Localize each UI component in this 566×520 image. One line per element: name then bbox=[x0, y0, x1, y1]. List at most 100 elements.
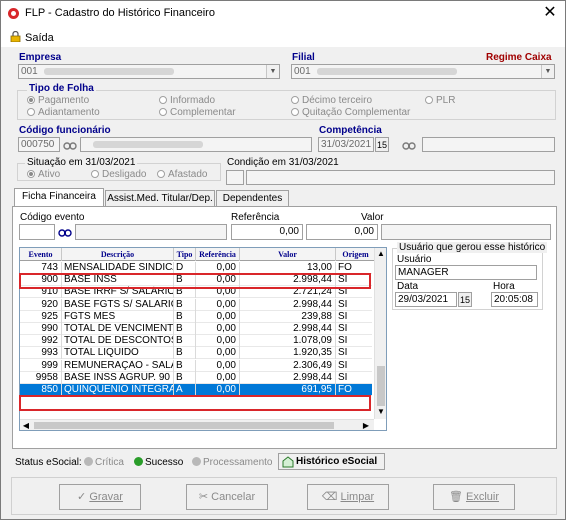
cell-tipo: B bbox=[176, 323, 196, 335]
col-descricao[interactable]: Descrição bbox=[62, 248, 174, 261]
cell-referencia: 0,00 bbox=[196, 323, 240, 335]
valor-input[interactable]: 0,00 bbox=[306, 224, 378, 240]
codigo-evento-input[interactable] bbox=[19, 224, 55, 240]
cell-tipo: B bbox=[176, 298, 196, 311]
filial-value: 001 bbox=[294, 66, 311, 77]
regime-caixa-label: Regime Caixa bbox=[486, 52, 552, 63]
hscroll-thumb[interactable] bbox=[34, 422, 334, 429]
radio-plr[interactable]: PLR bbox=[425, 95, 455, 106]
cancelar-button[interactable]: ✂ Cancelar bbox=[186, 484, 268, 510]
radio-quitacao-complementar[interactable]: Quitação Complementar bbox=[291, 107, 410, 118]
col-origem[interactable]: Origem bbox=[336, 248, 376, 261]
grid-horizontal-scrollbar[interactable]: ◀ ▶ bbox=[20, 419, 374, 430]
status-critica: Crítica bbox=[82, 457, 124, 468]
status-processamento: Processamento bbox=[190, 457, 272, 468]
cell-valor: 2.306,49 bbox=[240, 359, 336, 372]
competencia-input[interactable]: 31/03/2021 bbox=[318, 137, 374, 152]
scroll-thumb[interactable] bbox=[377, 366, 385, 406]
search-competencia-icon[interactable] bbox=[401, 137, 417, 152]
tab-ficha-financeira[interactable]: Ficha Financeira bbox=[14, 188, 104, 206]
critica-dot-icon bbox=[84, 457, 93, 466]
cancelar-scissors-icon: ✂ bbox=[198, 491, 209, 503]
cell-evento: 920 bbox=[20, 298, 62, 311]
cell-valor: 2.998,44 bbox=[240, 298, 336, 311]
col-valor[interactable]: Valor bbox=[240, 248, 336, 261]
radio-plr-label: PLR bbox=[436, 95, 456, 106]
radio-pagamento[interactable]: Pagamento bbox=[27, 95, 89, 106]
radio-ativo[interactable]: Ativo bbox=[27, 169, 60, 180]
situacao-label: Situação em 31/03/2021 bbox=[25, 157, 138, 168]
col-referencia[interactable]: Referência bbox=[196, 248, 240, 261]
table-row[interactable]: 925 FGTS MES B 0,00 239,88 SI bbox=[20, 310, 376, 323]
cell-referencia: 0,00 bbox=[196, 310, 240, 323]
historico-group-label: Usuário que gerou esse histórico bbox=[397, 242, 548, 253]
calendar-icon[interactable]: 15 bbox=[375, 137, 389, 152]
cell-valor: 2.998,44 bbox=[240, 323, 336, 335]
radio-adiantamento[interactable]: Adiantamento bbox=[27, 107, 100, 118]
cell-valor: 2.998,44 bbox=[240, 371, 336, 384]
close-icon[interactable]: ✕ bbox=[540, 4, 560, 22]
table-row[interactable]: 992 TOTAL DE DESCONTOS B 0,00 1.078,09 SI bbox=[20, 335, 376, 348]
cell-tipo: B bbox=[176, 371, 196, 384]
table-row[interactable]: 920 BASE FGTS S/ SALARIO B 0,00 2.998,44 SI bbox=[20, 298, 376, 311]
grid-vertical-scrollbar[interactable]: ▲ ▼ bbox=[374, 248, 386, 419]
cell-descricao: FGTS MES bbox=[64, 310, 174, 323]
radio-complementar-label: Complementar bbox=[170, 107, 236, 118]
tab-assist-med[interactable]: Assist.Med. Titular/Dep. bbox=[105, 190, 215, 206]
referencia-input[interactable]: 0,00 bbox=[231, 224, 303, 240]
radio-ativo-label: Ativo bbox=[38, 169, 61, 180]
gravar-button[interactable]: ✓ Gravar bbox=[59, 484, 141, 510]
scroll-up-icon[interactable]: ▲ bbox=[375, 248, 386, 260]
filial-dropdown-icon[interactable]: ▼ bbox=[541, 65, 554, 78]
tab-dependentes[interactable]: Dependentes bbox=[216, 190, 289, 206]
limpar-eraser-icon: ⌫ bbox=[321, 491, 338, 503]
cell-evento: 9958 bbox=[20, 371, 62, 384]
hora-field: 20:05:08 bbox=[491, 292, 538, 307]
radio-desligado[interactable]: Desligado bbox=[91, 169, 146, 180]
cell-origem: SI bbox=[338, 335, 376, 348]
empresa-label: Empresa bbox=[19, 52, 62, 63]
radio-afastado[interactable]: Afastado bbox=[157, 169, 207, 180]
filial-select[interactable]: 001 bbox=[291, 64, 555, 79]
codigo-funcionario-input[interactable]: 000750 bbox=[18, 137, 60, 152]
scroll-right-icon[interactable]: ▶ bbox=[360, 420, 372, 430]
radio-plr-dot bbox=[425, 96, 433, 104]
empresa-select[interactable]: 001 bbox=[18, 64, 280, 79]
radio-complementar[interactable]: Complementar bbox=[159, 107, 236, 118]
cell-tipo: B bbox=[176, 359, 196, 372]
radio-informado[interactable]: Informado bbox=[159, 95, 215, 106]
search-evento-icon[interactable] bbox=[57, 224, 73, 240]
data-calendar-icon[interactable]: 15 bbox=[458, 292, 472, 307]
scroll-left-icon[interactable]: ◀ bbox=[20, 420, 32, 430]
table-row[interactable]: 9958 BASE INSS AGRUP. 90 B 0,00 2.998,44 SI bbox=[20, 371, 376, 384]
table-row[interactable]: 990TOTAL DE VENCIMENTOSB0,002.998,44SI bbox=[20, 323, 376, 335]
radio-decimo-terceiro[interactable]: Décimo terceiro bbox=[291, 95, 372, 106]
cell-origem: SI bbox=[338, 371, 376, 384]
grid-header: Evento Descrição Tipo Referência Valor O… bbox=[20, 248, 376, 261]
col-tipo[interactable]: Tipo bbox=[174, 248, 196, 261]
cell-descricao: REMUNERAÇÃO - SALÁ... bbox=[64, 359, 174, 372]
menu-item-saida[interactable]: Saída bbox=[25, 32, 54, 44]
scroll-down-icon[interactable]: ▼ bbox=[375, 406, 386, 418]
historico-esocial-icon bbox=[282, 456, 294, 468]
empresa-dropdown-icon[interactable]: ▼ bbox=[266, 65, 279, 78]
cell-descricao: TOTAL DE VENCIMENTOS bbox=[64, 323, 174, 335]
radio-decimo-dot bbox=[291, 96, 299, 104]
nome-funcionario-field bbox=[80, 137, 312, 152]
status-critica-label: Crítica bbox=[95, 457, 124, 468]
sucesso-dot-icon bbox=[134, 457, 143, 466]
limpar-label: Limpar bbox=[340, 491, 375, 503]
data-field: 29/03/2021 bbox=[395, 292, 457, 307]
col-evento[interactable]: Evento bbox=[20, 248, 62, 261]
highlight-base-inss-agrup bbox=[19, 395, 371, 411]
cell-tipo: B bbox=[176, 347, 196, 360]
table-row[interactable]: 999 REMUNERAÇÃO - SALÁ... B 0,00 2.306,49 SI bbox=[20, 359, 376, 372]
limpar-button[interactable]: ⌫ Limpar bbox=[307, 484, 389, 510]
filial-label: Filial bbox=[292, 52, 315, 63]
table-row[interactable]: 993 TOTAL LIQUIDO B 0,00 1.920,35 SI bbox=[20, 347, 376, 360]
search-funcionario-icon[interactable] bbox=[62, 137, 78, 152]
historico-esocial-button[interactable]: Histórico eSocial bbox=[278, 453, 385, 470]
radio-quitacao-dot bbox=[291, 108, 299, 116]
excluir-button[interactable]: 🗑 Excluir bbox=[433, 484, 515, 510]
cell-valor: 239,88 bbox=[240, 310, 336, 323]
